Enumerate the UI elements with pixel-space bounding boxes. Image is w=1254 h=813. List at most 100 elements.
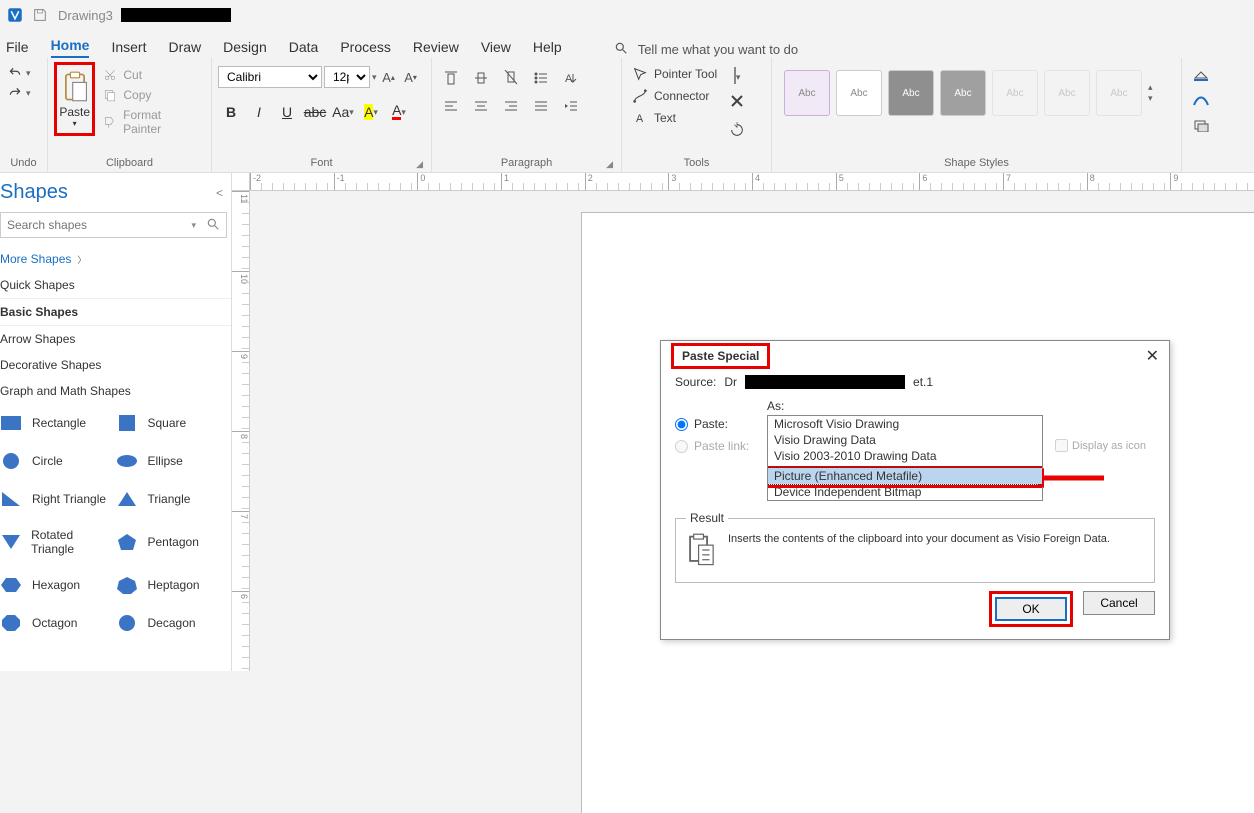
cat-basic-shapes[interactable]: Basic Shapes [0, 298, 231, 326]
rotate-button[interactable] [729, 122, 745, 141]
font-launcher-icon[interactable]: ◢ [416, 159, 423, 170]
list-item[interactable]: Visio 2003-2010 Drawing Data [768, 448, 1042, 464]
underline-button[interactable]: U [274, 100, 300, 124]
tab-help[interactable]: Help [533, 39, 562, 58]
delete-button[interactable] [729, 93, 745, 112]
align-center-button[interactable] [468, 94, 494, 118]
collapse-panel-icon[interactable]: < [216, 186, 223, 200]
shape-styles-gallery[interactable]: Abc Abc Abc Abc Abc Abc Abc ▴▾ [778, 60, 1159, 116]
cat-arrow-shapes[interactable]: Arrow Shapes [0, 326, 231, 352]
tab-home[interactable]: Home [51, 37, 90, 58]
strike-button[interactable]: abc [302, 100, 328, 124]
para-launcher-icon[interactable]: ◢ [606, 159, 613, 170]
tab-insert[interactable]: Insert [111, 39, 146, 58]
align-top-button[interactable] [438, 66, 464, 90]
format-painter-button[interactable]: Format Painter [103, 108, 201, 136]
text-direction-button[interactable]: A [558, 66, 584, 90]
style-swatch-6[interactable]: Abc [1044, 70, 1090, 116]
connector-label: Connector [654, 89, 709, 103]
shape-search[interactable]: ▾ [0, 212, 227, 238]
ribbon: ▾ ▾ Undo Paste ▾ Cut Copy Format Painter… [0, 58, 1254, 173]
style-swatch-1[interactable]: Abc [784, 70, 830, 116]
style-swatch-7[interactable]: Abc [1096, 70, 1142, 116]
format-listbox[interactable]: Microsoft Visio Drawing Visio Drawing Da… [767, 415, 1043, 501]
ok-button[interactable]: OK [995, 597, 1067, 621]
indent-button[interactable] [558, 94, 584, 118]
group-label-paragraph: Paragraph◢ [438, 155, 615, 172]
tab-process[interactable]: Process [340, 39, 391, 58]
redo-button[interactable]: ▾ [6, 86, 31, 100]
justify-button[interactable] [528, 94, 554, 118]
tab-data[interactable]: Data [289, 39, 319, 58]
shape-heptagon[interactable]: Heptagon [116, 576, 232, 594]
shape-rotated-triangle[interactable]: Rotated Triangle [0, 528, 116, 556]
gallery-more-icon[interactable]: ▴▾ [1148, 70, 1153, 116]
list-item-selected[interactable]: Picture (Enhanced Metafile) [768, 468, 1042, 484]
pointer-tool-button[interactable]: Pointer Tool [632, 66, 717, 82]
shape-search-input[interactable] [1, 218, 187, 232]
list-item[interactable]: Device Independent Bitmap [768, 484, 1042, 500]
tab-draw[interactable]: Draw [168, 39, 201, 58]
close-icon[interactable]: ✕ [1146, 346, 1159, 366]
align-bottom-button[interactable] [498, 66, 524, 90]
cancel-button[interactable]: Cancel [1083, 591, 1155, 615]
style-swatch-4[interactable]: Abc [940, 70, 986, 116]
shape-square[interactable]: Square [116, 414, 232, 432]
save-icon[interactable] [32, 7, 48, 23]
shape-octagon[interactable]: Octagon [0, 614, 116, 632]
list-item[interactable]: Visio Drawing Data [768, 432, 1042, 448]
line-button[interactable] [1192, 93, 1202, 110]
connector-button[interactable]: Connector [632, 88, 717, 104]
grow-font-button[interactable]: A▴ [379, 67, 399, 87]
align-middle-button[interactable] [468, 66, 494, 90]
tab-design[interactable]: Design [223, 39, 267, 58]
highlight-button[interactable]: A▾ [358, 100, 384, 124]
case-button[interactable]: Aa▾ [330, 100, 356, 124]
tab-file[interactable]: File [6, 39, 29, 58]
shape-decagon[interactable]: Decagon [116, 614, 232, 632]
shape-pentagon[interactable]: Pentagon [116, 528, 232, 556]
font-size-select[interactable]: 12pt. [324, 66, 370, 88]
tab-view[interactable]: View [481, 39, 511, 58]
bullets-button[interactable] [528, 66, 554, 90]
list-item[interactable]: Microsoft Visio Drawing [768, 416, 1042, 432]
font-color-button[interactable]: A▾ [386, 100, 412, 124]
cat-quick-shapes[interactable]: Quick Shapes [0, 272, 231, 298]
bold-button[interactable]: B [218, 100, 244, 124]
shape-right-triangle[interactable]: Right Triangle [0, 490, 116, 508]
fill-button[interactable] [1192, 68, 1202, 85]
cat-decorative-shapes[interactable]: Decorative Shapes [0, 352, 231, 378]
italic-button[interactable]: I [246, 100, 272, 124]
style-swatch-5[interactable]: Abc [992, 70, 1038, 116]
paste-radio[interactable]: Paste: [675, 417, 755, 431]
copy-button[interactable]: Copy [103, 88, 201, 102]
shrink-font-button[interactable]: A▾ [401, 67, 421, 87]
align-right-button[interactable] [498, 94, 524, 118]
tellme-search[interactable]: Tell me what you want to do [614, 41, 798, 58]
more-shapes-link[interactable]: More Shapes〉 [0, 246, 231, 272]
cut-button[interactable]: Cut [103, 68, 201, 82]
effects-button[interactable] [1192, 118, 1202, 135]
text-tool-button[interactable]: AText [632, 110, 717, 126]
search-icon[interactable] [200, 217, 226, 234]
shape-circle[interactable]: Circle [0, 452, 116, 470]
font-name-select[interactable]: Calibri [218, 66, 322, 88]
shape-ellipse[interactable]: Ellipse [116, 452, 232, 470]
rectangle-tool-button[interactable]: ▾ [734, 68, 741, 83]
tab-review[interactable]: Review [413, 39, 459, 58]
shape-triangle[interactable]: Triangle [116, 490, 232, 508]
source-prefix: Dr [724, 375, 737, 389]
style-swatch-2[interactable]: Abc [836, 70, 882, 116]
undo-button[interactable]: ▾ [6, 66, 31, 80]
cat-graph-math-shapes[interactable]: Graph and Math Shapes [0, 378, 231, 404]
group-label-styles: Shape Styles [778, 155, 1175, 172]
paste-button[interactable]: Paste ▾ [54, 62, 95, 136]
shape-hexagon[interactable]: Hexagon [0, 576, 116, 594]
style-swatch-3[interactable]: Abc [888, 70, 934, 116]
chevron-down-icon[interactable]: ▾ [187, 220, 200, 231]
align-left-button[interactable] [438, 94, 464, 118]
group-label-undo: Undo [6, 155, 41, 172]
shape-rectangle[interactable]: Rectangle [0, 414, 116, 432]
ruler-vertical: 11109876 [232, 191, 250, 671]
paste-result-icon [686, 533, 716, 570]
